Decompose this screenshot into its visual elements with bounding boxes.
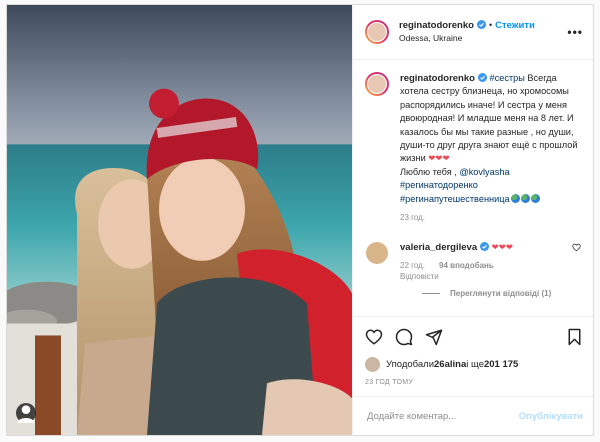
commenter-avatar[interactable] [365, 241, 389, 265]
tagged-people-button[interactable] [16, 403, 36, 423]
verified-badge-icon [480, 242, 490, 252]
caption-row: reginatodorenko #сестры Всегда хотела се… [365, 72, 581, 222]
person-icon [17, 405, 35, 423]
liked-by-prefix: Уподобали [386, 359, 435, 370]
reply-button[interactable]: Відповісти [400, 272, 439, 281]
comment-hearts: ❤❤❤ [491, 242, 514, 253]
comment-bubble-icon[interactable] [395, 328, 413, 346]
author-info: reginatodorenko • Стежити Odessa, Ukraine [399, 19, 567, 45]
comment-likes-count[interactable]: 94 вподобань [439, 261, 494, 270]
caption-hearts: ❤❤❤ [428, 153, 450, 164]
liked-by-user[interactable]: 26alina [434, 359, 466, 370]
comments-section: reginatodorenko #сестры Всегда хотела се… [353, 60, 593, 316]
caption-text: reginatodorenko #сестры Всегда хотела се… [400, 72, 581, 206]
globe-emoji-icon [520, 193, 530, 203]
caption-author-avatar[interactable] [365, 72, 389, 96]
post-side-panel: reginatodorenko • Стежити Odessa, Ukraine … [352, 5, 593, 435]
save-bookmark-icon[interactable] [566, 328, 583, 346]
caption-time[interactable]: 23 год. [400, 213, 581, 222]
author-avatar[interactable] [365, 20, 389, 44]
selfie-image [7, 5, 352, 435]
like-comment-heart-icon[interactable] [572, 243, 581, 252]
hashtag-link[interactable]: #регинатодоренко [400, 180, 478, 190]
location-link[interactable]: Odessa, Ukraine [399, 32, 567, 45]
mention-link[interactable]: @kovlyasha [459, 167, 509, 177]
caption-body: Всегда хотела сестру близнеца, но хромос… [400, 73, 578, 164]
add-comment-bar: Опублікувати [353, 396, 593, 435]
hashtag-link[interactable]: #сестры [490, 73, 525, 83]
liked-by-count[interactable]: 201 175 [484, 359, 518, 370]
comment-time[interactable]: 22 год. [400, 261, 425, 270]
likes-summary[interactable]: Уподобали 26alina і ще 201 175 [365, 357, 583, 372]
instagram-post: reginatodorenko • Стежити Odessa, Ukraine … [6, 4, 594, 436]
more-options-icon[interactable]: ••• [567, 25, 583, 39]
publish-button[interactable]: Опублікувати [519, 411, 583, 422]
caption-love-text: Люблю тебя , [400, 166, 460, 177]
hashtag-link[interactable]: #регинапутешественница [400, 194, 510, 204]
post-actions: Уподобали 26alina і ще 201 175 23 ГОД ТО… [353, 316, 593, 386]
view-replies-label: Переглянути відповіді (1) [450, 289, 552, 299]
like-heart-icon[interactable] [365, 328, 383, 346]
add-comment-input[interactable] [365, 409, 519, 423]
view-replies-button[interactable]: Переглянути відповіді (1) [400, 289, 581, 298]
liker-avatar [365, 357, 380, 372]
author-username[interactable]: reginatodorenko [399, 20, 474, 31]
separator-dot: • [488, 20, 493, 30]
verified-badge-icon [477, 73, 487, 82]
post-photo[interactable] [7, 5, 352, 435]
post-header: reginatodorenko • Стежити Odessa, Ukraine … [353, 5, 593, 60]
comment-row: valeria_dergileva ❤❤❤ 22 год. 94 вподобан… [365, 241, 581, 298]
globe-emoji-icon [510, 193, 520, 203]
post-time-ago[interactable]: 23 ГОД ТОМУ [365, 379, 583, 386]
verified-badge-icon [476, 20, 486, 29]
liked-by-middle: і ще [466, 359, 484, 370]
share-plane-icon[interactable] [425, 328, 443, 346]
commenter-username[interactable]: valeria_dergileva [400, 242, 477, 253]
caption-username[interactable]: reginatodorenko [400, 73, 475, 84]
follow-button[interactable]: Стежити [495, 20, 535, 31]
globe-emoji-icon [530, 193, 540, 203]
